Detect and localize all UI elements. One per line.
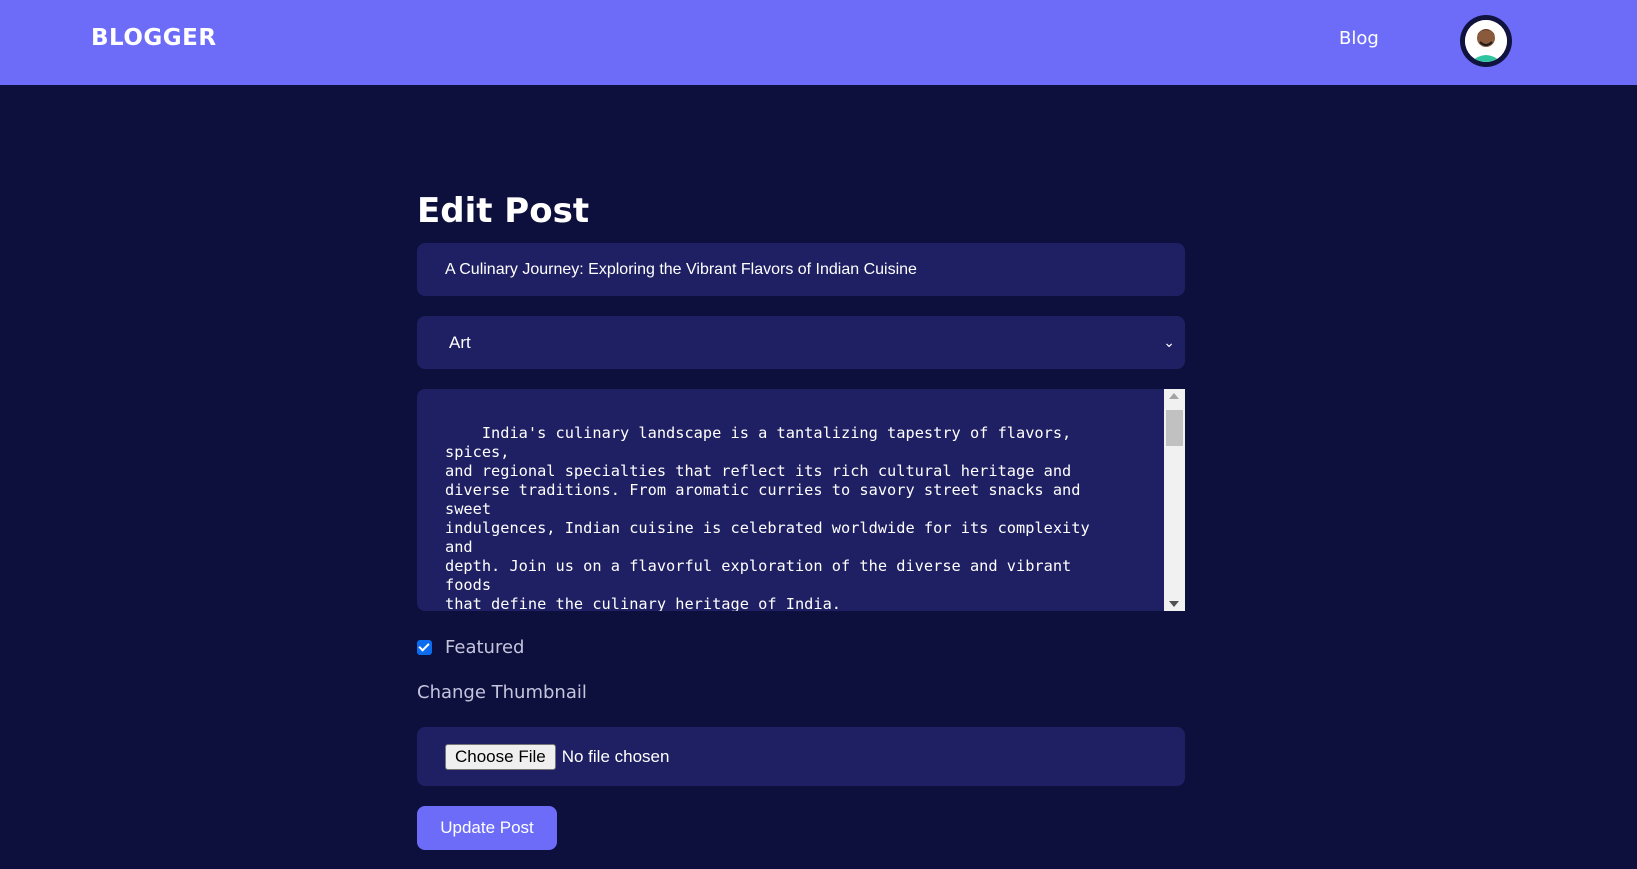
scrollbar-thumb[interactable] bbox=[1166, 410, 1183, 446]
body-text: India's culinary landscape is a tantaliz… bbox=[445, 424, 1090, 611]
avatar[interactable] bbox=[1460, 15, 1512, 67]
featured-row: Featured bbox=[417, 635, 1185, 659]
navbar: BLOGGER Blog bbox=[0, 0, 1637, 85]
category-select[interactable]: Art ⌄ bbox=[417, 316, 1185, 369]
thumbnail-file-input: Choose File No file chosen bbox=[417, 727, 1185, 786]
page-title: Edit Post bbox=[417, 191, 590, 231]
update-post-button[interactable]: Update Post bbox=[417, 806, 557, 850]
edit-post-form: Edit Post A Culinary Journey: Exploring … bbox=[417, 180, 1185, 850]
thumbnail-label: Change Thumbnail bbox=[417, 682, 587, 703]
chevron-down-icon: ⌄ bbox=[1163, 334, 1175, 350]
textarea-scrollbar[interactable] bbox=[1164, 389, 1185, 611]
nav-link-blog[interactable]: Blog bbox=[1339, 28, 1379, 49]
avatar-image bbox=[1465, 20, 1507, 62]
category-selected-value: Art bbox=[449, 333, 471, 352]
logo[interactable]: BLOGGER bbox=[91, 25, 217, 51]
body-textarea[interactable]: India's culinary landscape is a tantaliz… bbox=[417, 389, 1185, 611]
featured-label: Featured bbox=[445, 636, 525, 658]
title-input[interactable]: A Culinary Journey: Exploring the Vibran… bbox=[417, 243, 1185, 296]
featured-checkbox[interactable] bbox=[417, 639, 432, 655]
scroll-down-arrow-icon[interactable] bbox=[1169, 601, 1179, 607]
choose-file-button[interactable]: Choose File bbox=[445, 743, 556, 770]
scroll-up-arrow-icon[interactable] bbox=[1169, 393, 1179, 399]
file-status: No file chosen bbox=[561, 746, 670, 766]
